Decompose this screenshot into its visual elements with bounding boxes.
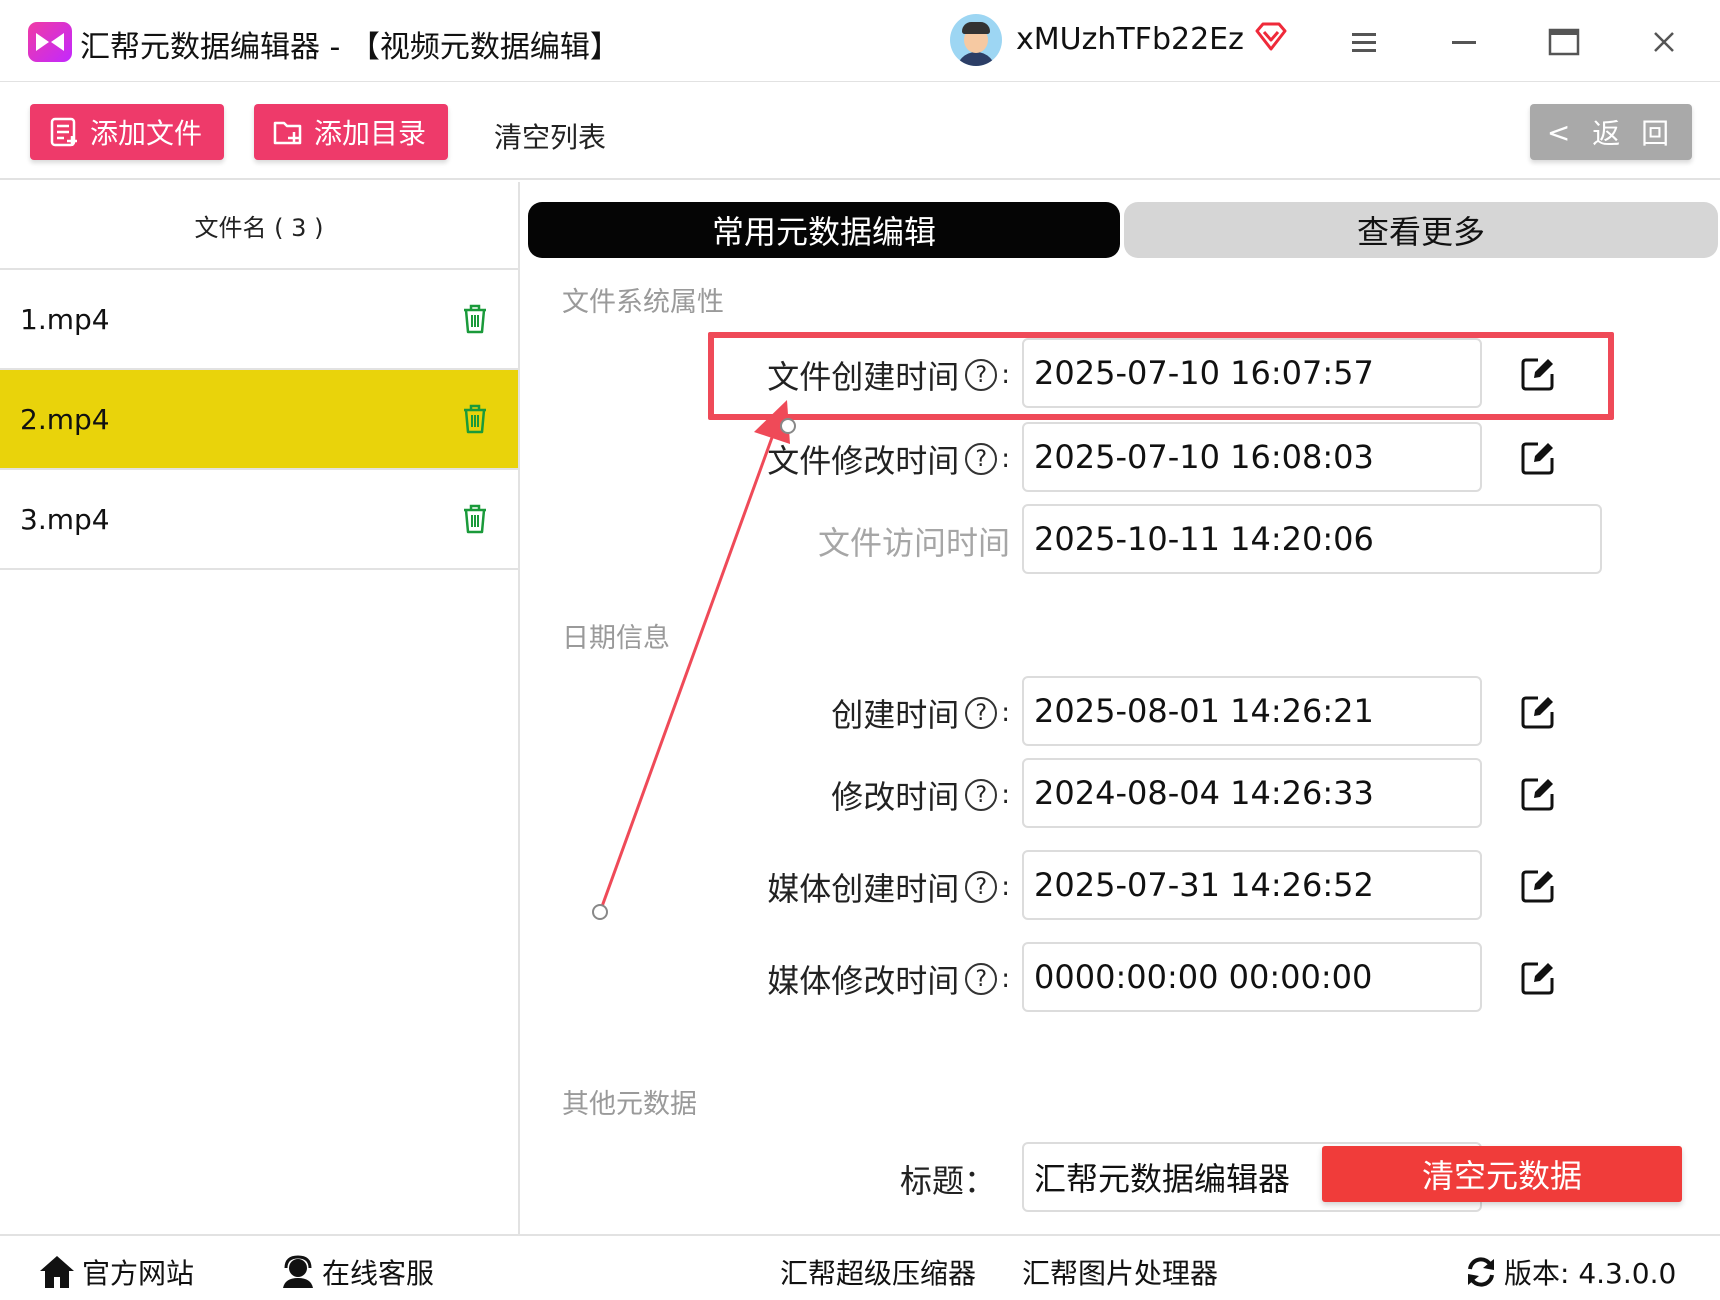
file-list-panel: 文件名 ( 3 ) 1.mp4 2.mp4 3.mp4 (0, 182, 520, 1234)
app-logo-icon (28, 22, 72, 62)
file-row-selected[interactable]: 2.mp4 (0, 370, 518, 470)
image-tool-link[interactable]: 汇帮图片处理器 (1022, 1252, 1218, 1292)
arrow-annotation (592, 400, 796, 920)
add-file-icon (50, 117, 77, 147)
toolbar: 添加文件 添加目录 清空列表 < 返 回 (0, 82, 1720, 180)
headset-icon (283, 1255, 313, 1288)
refresh-icon (1468, 1257, 1494, 1287)
home-icon (40, 1256, 74, 1288)
add-directory-label: 添加目录 (314, 117, 427, 150)
window-title: 汇帮元数据编辑器 - 【视频元数据编辑】 (80, 30, 620, 65)
metadata-panel: 常用元数据编辑 查看更多 文件系统属性 文件创建时间 ? : 2025-07-1… (522, 182, 1720, 1234)
back-label: 返 回 (1592, 117, 1676, 150)
add-folder-icon (273, 121, 302, 145)
maximize-button[interactable] (1540, 20, 1588, 64)
file-name: 3.mp4 (20, 502, 110, 536)
clear-metadata-button[interactable]: 清空元数据 (1322, 1146, 1682, 1202)
user-avatar[interactable] (950, 14, 1002, 66)
title-bar: 汇帮元数据编辑器 - 【视频元数据编辑】 xMUzhTFb22Ez (0, 0, 1720, 82)
menu-button[interactable] (1340, 20, 1388, 64)
back-button[interactable]: < 返 回 (1530, 104, 1692, 160)
file-list-header: 文件名 ( 3 ) (0, 182, 518, 270)
compressor-link[interactable]: 汇帮超级压缩器 (780, 1252, 976, 1292)
trash-icon[interactable] (460, 503, 490, 535)
maximize-icon (1548, 28, 1580, 56)
add-file-label: 添加文件 (90, 117, 203, 150)
username[interactable]: xMUzhTFb22Ez (1016, 22, 1244, 57)
minimize-button[interactable] (1440, 20, 1488, 64)
close-button[interactable] (1640, 20, 1688, 64)
add-directory-button[interactable]: 添加目录 (254, 104, 448, 160)
version-info[interactable]: 版本: 4.3.0.0 (1464, 1252, 1676, 1292)
vip-diamond-icon[interactable] (1254, 22, 1288, 52)
hamburger-icon (1352, 33, 1376, 52)
minimize-icon (1452, 41, 1476, 44)
close-icon (1654, 32, 1674, 52)
file-name: 1.mp4 (20, 302, 110, 336)
official-website-link[interactable]: 官方网站 (38, 1252, 194, 1292)
chevron-left-icon: < (1546, 115, 1571, 149)
trash-icon[interactable] (460, 403, 490, 435)
trash-icon[interactable] (460, 303, 490, 335)
footer-bar: 官方网站 在线客服 汇帮超级压缩器 汇帮图片处理器 版本: 4.3.0.0 (0, 1234, 1720, 1300)
online-support-link[interactable]: 在线客服 (280, 1252, 434, 1292)
file-name: 2.mp4 (20, 402, 110, 436)
file-row[interactable]: 1.mp4 (0, 270, 518, 370)
file-row[interactable]: 3.mp4 (0, 470, 518, 570)
add-file-button[interactable]: 添加文件 (30, 104, 224, 160)
clear-list-button[interactable]: 清空列表 (494, 116, 606, 156)
